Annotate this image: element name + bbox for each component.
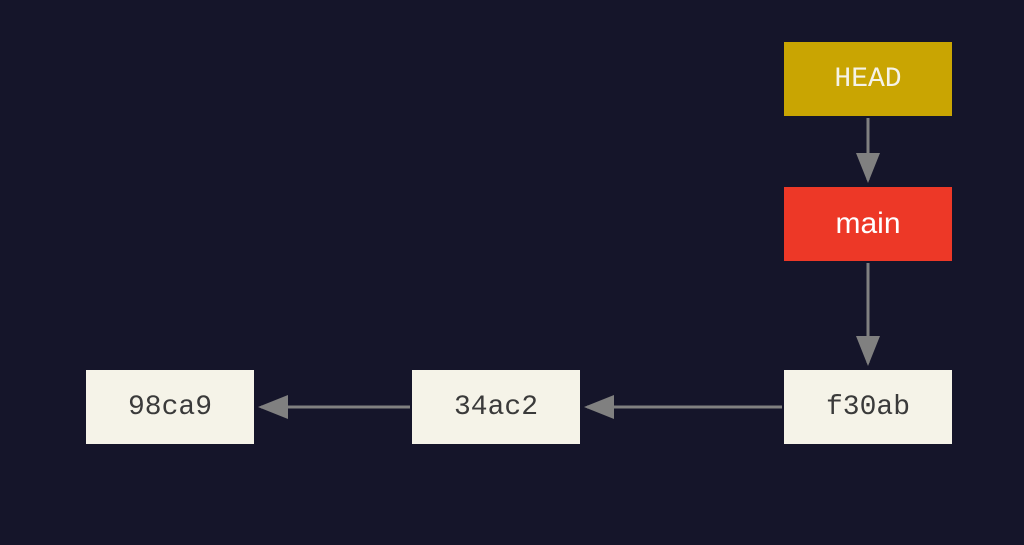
commit-node: 34ac2 (410, 368, 582, 446)
commit-hash: 34ac2 (454, 392, 538, 423)
branch-node: main (782, 185, 954, 263)
head-pointer-node: HEAD (782, 40, 954, 118)
commit-hash: 98ca9 (128, 392, 212, 423)
commit-node: f30ab (782, 368, 954, 446)
commit-hash: f30ab (826, 392, 910, 423)
branch-label: main (835, 207, 900, 241)
commit-node: 98ca9 (84, 368, 256, 446)
head-label: HEAD (834, 64, 901, 95)
